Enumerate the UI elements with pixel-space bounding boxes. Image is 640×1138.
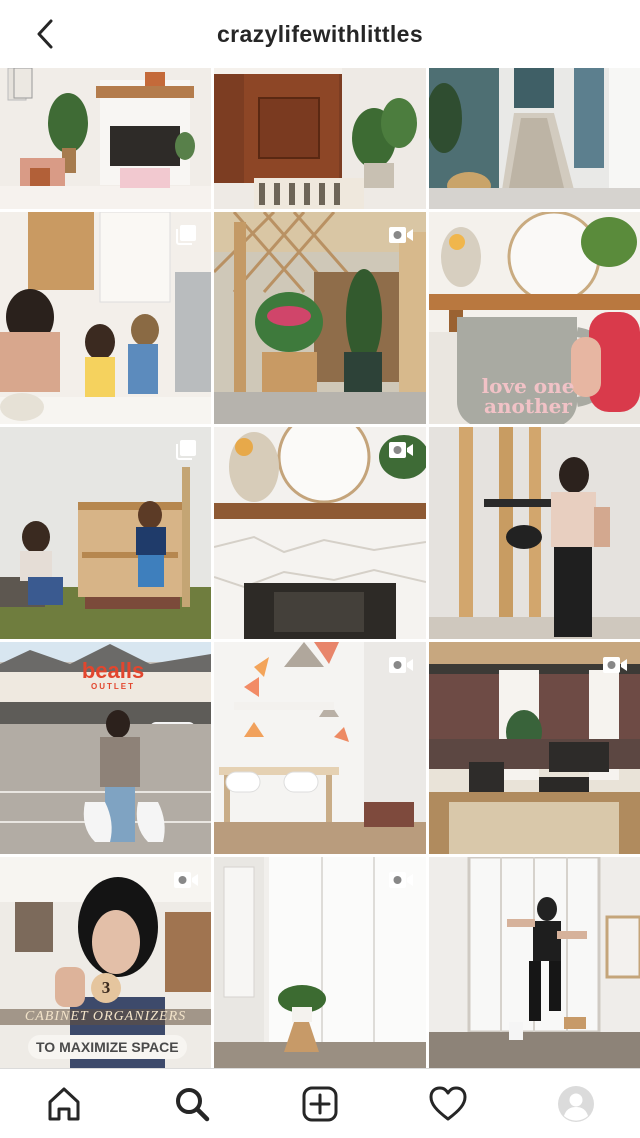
post-grid: love one another bealls OUTLET 3 CABINET… [0, 68, 640, 1068]
video-icon [603, 657, 627, 673]
post-image [429, 427, 640, 639]
step-number-badge: 3 [91, 973, 121, 1003]
store-sign-sub: OUTLET [91, 682, 135, 691]
video-badge [173, 869, 199, 891]
post-thumbnail[interactable]: love one another [429, 212, 640, 424]
post-thumbnail[interactable] [0, 68, 211, 209]
home-icon [48, 1087, 80, 1120]
post-thumbnail[interactable] [214, 642, 426, 854]
post-thumbnail[interactable] [429, 642, 640, 854]
mug-text-line1: love one [481, 374, 575, 398]
nav-activity-button[interactable] [418, 1074, 478, 1134]
video-badge [602, 654, 628, 676]
nav-profile-button[interactable] [546, 1074, 606, 1134]
post-thumbnail[interactable]: bealls OUTLET [0, 642, 211, 854]
post-image [429, 68, 640, 209]
mug-text-line2: another [484, 394, 572, 418]
nav-new-post-button[interactable] [290, 1074, 350, 1134]
overlay-subtitle: TO MAXIMIZE SPACE [28, 1035, 187, 1059]
chevron-left-icon [37, 19, 53, 49]
carousel-icon [176, 225, 196, 245]
carousel-badge [173, 224, 199, 246]
store-sign-name: bealls [81, 658, 145, 683]
post-thumbnail[interactable] [214, 68, 426, 209]
post-thumbnail[interactable] [429, 68, 640, 209]
video-badge [388, 654, 414, 676]
overlay-title: CABINET ORGANIZERS [0, 1009, 211, 1025]
profile-avatar-icon [558, 1085, 594, 1122]
post-thumbnail[interactable] [214, 212, 426, 424]
profile-header: crazylifewithlittles [0, 0, 640, 68]
store-sign: bealls OUTLET [68, 658, 158, 692]
post-thumbnail[interactable]: 3 CABINET ORGANIZERS TO MAXIMIZE SPACE [0, 857, 211, 1068]
video-icon [389, 442, 413, 458]
nav-home-button[interactable] [34, 1074, 94, 1134]
post-thumbnail[interactable] [0, 212, 211, 424]
back-button[interactable] [28, 17, 62, 51]
video-icon [174, 872, 198, 888]
video-badge [388, 224, 414, 246]
post-thumbnail[interactable] [429, 857, 640, 1068]
post-thumbnail[interactable] [0, 427, 211, 639]
post-thumbnail[interactable] [429, 427, 640, 639]
video-icon [389, 227, 413, 243]
video-badge [388, 439, 414, 461]
carousel-badge [173, 439, 199, 461]
video-badge [388, 869, 414, 891]
carousel-icon [176, 440, 196, 460]
mug-text: love one another [463, 376, 593, 416]
new-post-icon [302, 1086, 338, 1121]
activity-heart-icon [429, 1086, 467, 1120]
post-image [214, 68, 426, 209]
video-icon [389, 872, 413, 888]
video-icon [389, 657, 413, 673]
search-icon [176, 1087, 210, 1121]
nav-search-button[interactable] [162, 1074, 222, 1134]
bottom-navigation [0, 1068, 640, 1138]
post-image [429, 857, 640, 1068]
post-image [0, 68, 211, 209]
post-thumbnail[interactable] [214, 857, 426, 1068]
post-thumbnail[interactable] [214, 427, 426, 639]
page-title: crazylifewithlittles [216, 20, 424, 47]
